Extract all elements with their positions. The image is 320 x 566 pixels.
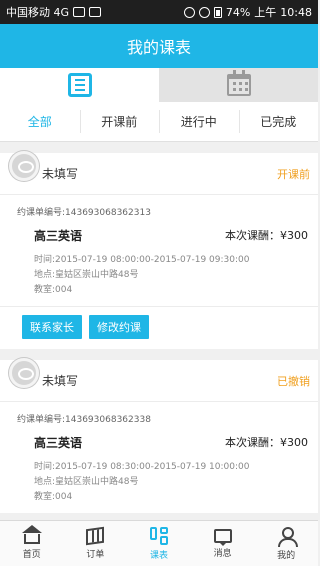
nav-home[interactable]: 首页 bbox=[0, 521, 64, 566]
contact-parent-button[interactable]: 联系家长 bbox=[22, 315, 82, 339]
lesson-room: 教室:004 bbox=[34, 285, 73, 295]
nav-messages-label: 消息 bbox=[213, 548, 232, 559]
order-card-header: 未填写 已撤销 bbox=[0, 358, 318, 402]
map-icon bbox=[86, 526, 105, 545]
nav-orders[interactable]: 订单 bbox=[64, 521, 128, 566]
alarm-icon bbox=[183, 6, 195, 18]
course-fee: 本次课酬：¥300 bbox=[225, 229, 308, 242]
filter-all[interactable]: 全部 bbox=[0, 102, 80, 141]
bottom-nav: 首页 订单 课表 消息 我的 bbox=[0, 520, 318, 566]
list-icon bbox=[67, 73, 92, 97]
filter-tabs: 全部 开课前 进行中 已完成 bbox=[0, 102, 318, 142]
order-list[interactable]: 未填写 开课前 约课单编号:143693068362313 高三英语 本次课酬：… bbox=[0, 142, 318, 520]
order-status: 已撤销 bbox=[277, 374, 310, 388]
battery-icon bbox=[213, 6, 222, 18]
lesson-time: 时间:2015-07-19 08:30:00-2015-07-19 10:00:… bbox=[34, 462, 250, 472]
student-name: 未填写 bbox=[42, 167, 79, 181]
student-name: 未填写 bbox=[42, 374, 79, 388]
nav-profile[interactable]: 我的 bbox=[254, 521, 318, 566]
shield-icon bbox=[89, 7, 102, 17]
home-icon bbox=[21, 525, 42, 544]
filter-not-started[interactable]: 开课前 bbox=[79, 102, 160, 141]
tab-calendar-view[interactable] bbox=[159, 68, 318, 102]
course-fee: 本次课酬：¥300 bbox=[225, 436, 308, 449]
wifi-icon bbox=[198, 6, 210, 18]
filter-completed[interactable]: 已完成 bbox=[238, 102, 319, 141]
app-header: 我的课表 bbox=[0, 24, 318, 68]
schedule-icon bbox=[149, 526, 168, 545]
calendar-icon bbox=[226, 70, 251, 96]
nav-schedule[interactable]: 课表 bbox=[127, 521, 191, 566]
order-status: 开课前 bbox=[277, 167, 310, 181]
avatar bbox=[9, 151, 39, 181]
nav-schedule-label: 课表 bbox=[149, 550, 168, 561]
message-icon bbox=[213, 528, 232, 546]
image-icon bbox=[73, 7, 86, 17]
battery-label: 74% bbox=[225, 5, 251, 19]
nav-orders-label: 订单 bbox=[86, 549, 105, 560]
lesson-address: 地点:皇姑区崇山中路48号 bbox=[34, 477, 139, 487]
nav-home-label: 首页 bbox=[22, 550, 41, 560]
order-card[interactable]: 未填写 开课前 约课单编号:143693068362313 高三英语 本次课酬：… bbox=[0, 151, 318, 349]
avatar bbox=[9, 358, 39, 388]
user-icon bbox=[277, 526, 299, 547]
filter-in-progress[interactable]: 进行中 bbox=[159, 102, 239, 141]
order-card-header: 未填写 开课前 bbox=[0, 151, 318, 195]
view-switcher bbox=[0, 68, 318, 102]
nav-profile-label: 我的 bbox=[277, 550, 296, 561]
lesson-time: 时间:2015-07-19 08:00:00-2015-07-19 09:30:… bbox=[34, 255, 250, 265]
order-actions: 联系家长 修改约课 bbox=[0, 306, 318, 349]
order-number: 约课单编号:143693068362338 bbox=[17, 415, 151, 425]
order-number: 约课单编号:143693068362313 bbox=[17, 208, 151, 218]
course-name: 高三英语 bbox=[34, 435, 83, 450]
time-prefix: 上午 bbox=[254, 6, 277, 19]
status-bar: 中国移动 4G 74% 上午 10:48 bbox=[0, 0, 318, 24]
nav-messages[interactable]: 消息 bbox=[191, 521, 255, 566]
lesson-address: 地点:皇姑区崇山中路48号 bbox=[34, 270, 139, 280]
lesson-room: 教室:004 bbox=[34, 492, 73, 502]
order-card[interactable]: 未填写 已撤销 约课单编号:143693068362338 高三英语 本次课酬：… bbox=[0, 358, 318, 513]
carrier-label: 中国移动 4G bbox=[6, 6, 70, 19]
page-title: 我的课表 bbox=[126, 38, 191, 57]
course-name: 高三英语 bbox=[34, 228, 83, 243]
tab-list-view[interactable] bbox=[0, 68, 159, 102]
modify-booking-button[interactable]: 修改约课 bbox=[89, 315, 149, 339]
clock: 10:48 bbox=[280, 5, 312, 19]
